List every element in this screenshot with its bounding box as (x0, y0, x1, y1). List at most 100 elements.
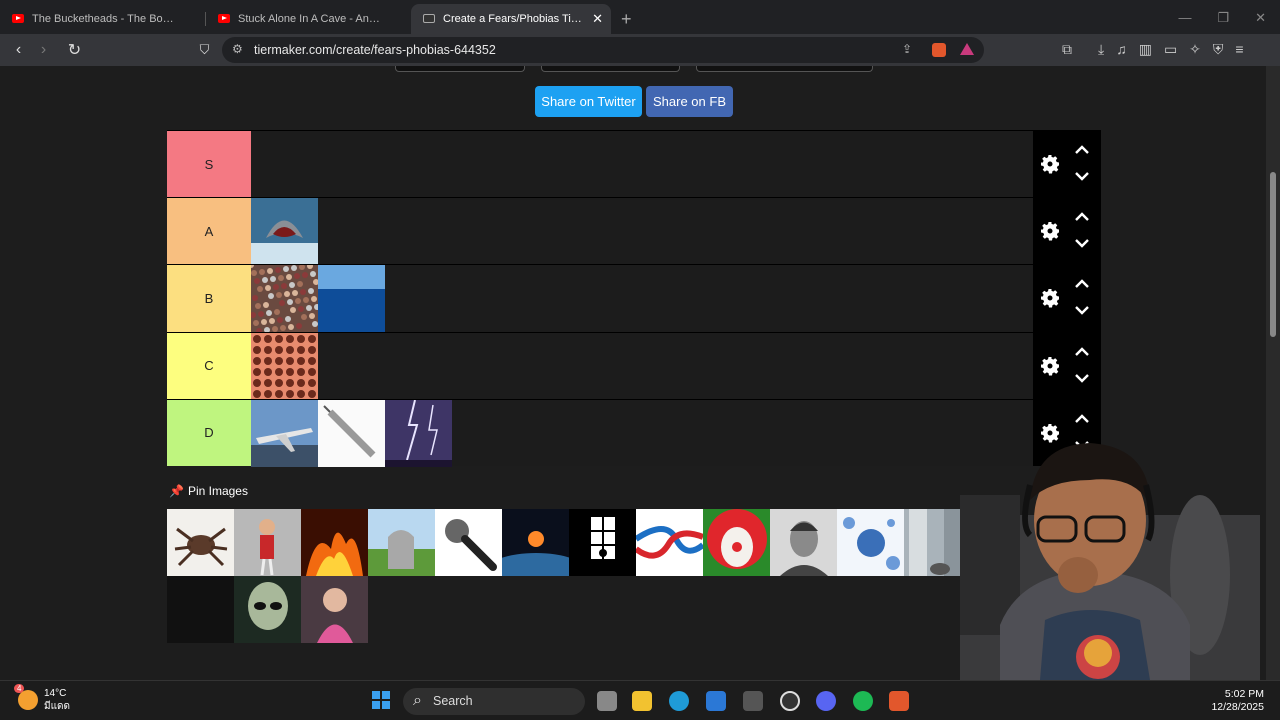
file-explorer-icon[interactable] (632, 691, 652, 711)
share-icon[interactable]: ⇪ (902, 42, 912, 56)
tier-image-microphone[interactable] (435, 509, 502, 576)
tier-image-shark[interactable] (251, 198, 318, 266)
media-icon[interactable]: ♫ (1116, 41, 1127, 58)
header-stub (696, 66, 873, 72)
tier-image-virus[interactable] (837, 509, 904, 576)
tier-image-window[interactable] (569, 509, 636, 576)
address-bar[interactable]: ⚙ tiermaker.com/create/fears-phobias-644… (222, 37, 984, 63)
weather-temp: 14°C (44, 688, 67, 699)
tier-label[interactable]: A (167, 198, 251, 265)
leo-ai-icon[interactable]: ✧ (1189, 41, 1201, 58)
tier-image-puppet[interactable] (234, 509, 301, 576)
tier-image-man-portrait[interactable] (770, 509, 837, 576)
windows-start-icon[interactable] (372, 691, 390, 709)
app-icon[interactable] (743, 691, 763, 711)
tier-drop-zone[interactable] (251, 198, 1033, 266)
navigation-bar: ‹ › ↻ ⛉ ⚙ tiermaker.com/create/fears-pho… (0, 34, 1280, 66)
tier-image-knot[interactable] (636, 509, 703, 576)
wallet-icon[interactable]: ▭ (1164, 41, 1177, 58)
chevron-up-icon[interactable] (1074, 212, 1090, 222)
share-twitter-button[interactable]: Share on Twitter (535, 86, 642, 117)
brave-shields-icon[interactable] (932, 43, 946, 57)
taskbar-search[interactable]: Search (403, 687, 585, 715)
close-tab-icon[interactable]: ✕ (592, 4, 603, 34)
tier-image-gravestone[interactable] (368, 509, 435, 576)
tier-label[interactable]: C (167, 332, 251, 399)
chevron-down-icon[interactable] (1074, 305, 1090, 316)
store-icon[interactable] (706, 691, 726, 711)
edge-icon[interactable] (669, 691, 689, 711)
gear-icon[interactable] (1038, 354, 1062, 378)
tier-image-asteroid[interactable] (502, 509, 569, 576)
sidebar-icon[interactable]: ▥ (1139, 41, 1152, 58)
tier-image-syringe[interactable] (318, 399, 385, 467)
tab-cave-video[interactable]: Stuck Alone In A Cave - Anxiety Warn (206, 4, 411, 34)
back-icon[interactable]: ‹ (6, 41, 31, 59)
tier-image-airplane[interactable] (251, 399, 318, 467)
tier-image-fire[interactable] (301, 509, 368, 576)
close-window-icon[interactable]: ✕ (1255, 10, 1266, 26)
tier-image-spider[interactable] (167, 509, 234, 576)
screenshot-icon[interactable]: ⧉ (1062, 41, 1072, 58)
tier-image-holes[interactable] (251, 332, 318, 400)
gear-icon[interactable] (1038, 219, 1062, 243)
menu-icon[interactable]: ≡ (1235, 41, 1243, 58)
spotify-icon[interactable] (853, 691, 873, 711)
brave-icon[interactable] (889, 691, 909, 711)
tier-controls (1033, 198, 1101, 265)
task-view-icon[interactable] (597, 691, 617, 711)
tier-image-lightning[interactable] (385, 399, 452, 467)
tab-title: Stuck Alone In A Cave - Anxiety Warn (238, 13, 411, 25)
tier-label[interactable]: B (167, 265, 251, 332)
tier-controls (1033, 332, 1101, 399)
downloads-icon[interactable]: ⤓ (1098, 41, 1104, 58)
share-fb-button[interactable]: Share on FB (646, 86, 733, 117)
tier-row: S (167, 130, 1101, 198)
tier-image-dark[interactable] (167, 576, 234, 643)
chevron-up-icon[interactable] (1074, 414, 1090, 424)
tier-label[interactable]: D (167, 399, 251, 466)
chevron-up-icon[interactable] (1074, 145, 1090, 155)
scrollbar-thumb[interactable] (1270, 172, 1276, 337)
site-info-icon[interactable]: ⚙ (232, 42, 243, 56)
obs-icon[interactable] (780, 691, 800, 711)
discord-icon[interactable] (816, 691, 836, 711)
weather-widget[interactable]: 4 14°C มีแดด (14, 684, 71, 713)
scrollbar[interactable] (1266, 66, 1280, 680)
gear-icon[interactable] (1038, 152, 1062, 176)
pin-images-toggle[interactable]: 📌 Pin Images (169, 484, 248, 498)
chevron-down-icon[interactable] (1074, 373, 1090, 383)
new-tab-button[interactable]: + (611, 4, 642, 34)
tiermaker-icon (423, 14, 435, 23)
chevron-down-icon[interactable] (1074, 171, 1090, 181)
gear-icon[interactable] (1038, 286, 1062, 310)
header-stub (541, 66, 680, 72)
brave-rewards-icon[interactable] (960, 43, 974, 55)
tier-drop-zone[interactable] (251, 332, 1033, 400)
forward-icon[interactable]: › (31, 41, 56, 59)
clock[interactable]: 5:02 PM 12/28/2025 (1211, 688, 1264, 714)
clock-date: 12/28/2025 (1211, 701, 1264, 713)
tier-image-alien[interactable] (234, 576, 301, 643)
tier-drop-zone[interactable] (251, 131, 1033, 198)
restore-icon[interactable]: ❐ (1217, 10, 1229, 26)
minimize-icon[interactable]: — (1178, 10, 1191, 26)
vpn-icon[interactable]: ⛨ (1213, 41, 1224, 58)
chevron-up-icon[interactable] (1074, 346, 1090, 357)
toolbar-icons: ⧉ ⤓ ♫ ▥ ▭ ✧ ⛨ ≡ (1062, 41, 1244, 58)
tab-bucketheads[interactable]: The Bucketheads - The Bomb [These (0, 4, 205, 34)
weather-desc: มีแดด (44, 701, 71, 712)
tier-image-clown[interactable] (703, 509, 770, 576)
pin-images-label: Pin Images (187, 484, 248, 498)
chevron-down-icon[interactable] (1074, 238, 1090, 248)
tier-image-scared-person[interactable] (301, 576, 368, 643)
tier-image-ocean[interactable] (318, 265, 385, 333)
tier-drop-zone[interactable] (251, 399, 1033, 467)
tab-tier-list[interactable]: Create a Fears/Phobias Tier List ✕ (411, 4, 611, 34)
tier-label[interactable]: S (167, 131, 251, 198)
tier-image-crowd[interactable] (251, 265, 318, 333)
tier-drop-zone[interactable] (251, 265, 1033, 333)
reload-icon[interactable]: ↻ (62, 40, 87, 60)
bookmark-icon[interactable]: ⛉ (192, 42, 217, 58)
chevron-up-icon[interactable] (1074, 279, 1090, 289)
